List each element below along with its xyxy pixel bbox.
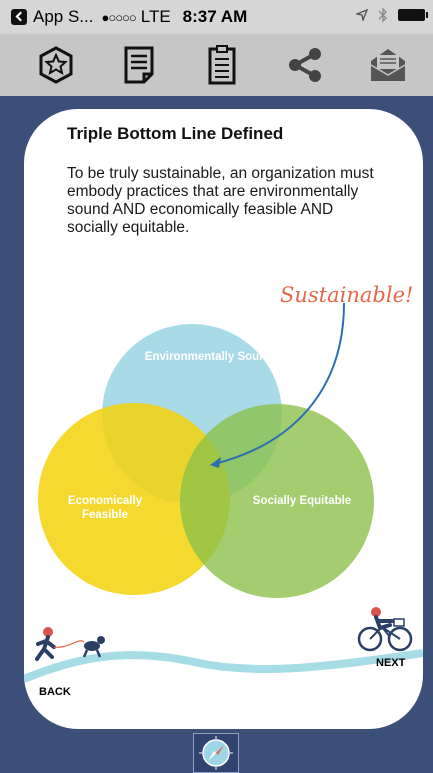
venn-diagram bbox=[24, 302, 423, 683]
content-card: Triple Bottom Line Defined To be truly s… bbox=[24, 109, 423, 729]
environmentally-sound-label: Environmentally Sound bbox=[144, 351, 274, 363]
status-time: 8:37 AM bbox=[182, 7, 248, 26]
toolbar bbox=[0, 34, 433, 96]
next-button[interactable]: NEXT bbox=[376, 657, 405, 669]
clipboard-icon bbox=[208, 45, 235, 85]
battery-icon bbox=[398, 9, 428, 21]
cyclist-icon bbox=[357, 607, 413, 652]
back-button[interactable]: BACK bbox=[39, 686, 71, 698]
economically-feasible-label: Economically Feasible bbox=[67, 495, 143, 521]
checklist-button[interactable] bbox=[198, 41, 246, 89]
compass-button[interactable] bbox=[193, 733, 239, 773]
signal-strength: ●○○○○ bbox=[101, 9, 136, 25]
location-icon bbox=[356, 9, 368, 21]
mail-icon bbox=[370, 49, 405, 81]
back-to-app-label[interactable]: App S... bbox=[33, 7, 93, 27]
share-icon bbox=[288, 48, 321, 82]
share-button[interactable] bbox=[281, 41, 329, 89]
socially-equitable-label: Socially Equitable bbox=[252, 495, 352, 507]
compass-icon bbox=[199, 736, 233, 770]
notes-button[interactable] bbox=[115, 41, 163, 89]
badge-button[interactable] bbox=[32, 41, 80, 89]
document-icon bbox=[124, 46, 153, 84]
back-to-app-icon[interactable] bbox=[11, 9, 27, 25]
status-bar: App S... ●○○○○ LTE 8:37 AM bbox=[0, 0, 433, 34]
star-hexagon-icon bbox=[39, 46, 72, 84]
mail-button[interactable] bbox=[364, 41, 412, 89]
bluetooth-icon bbox=[378, 7, 387, 23]
sustainable-label: Sustainable! bbox=[280, 283, 414, 307]
carrier-label: LTE bbox=[140, 7, 171, 26]
